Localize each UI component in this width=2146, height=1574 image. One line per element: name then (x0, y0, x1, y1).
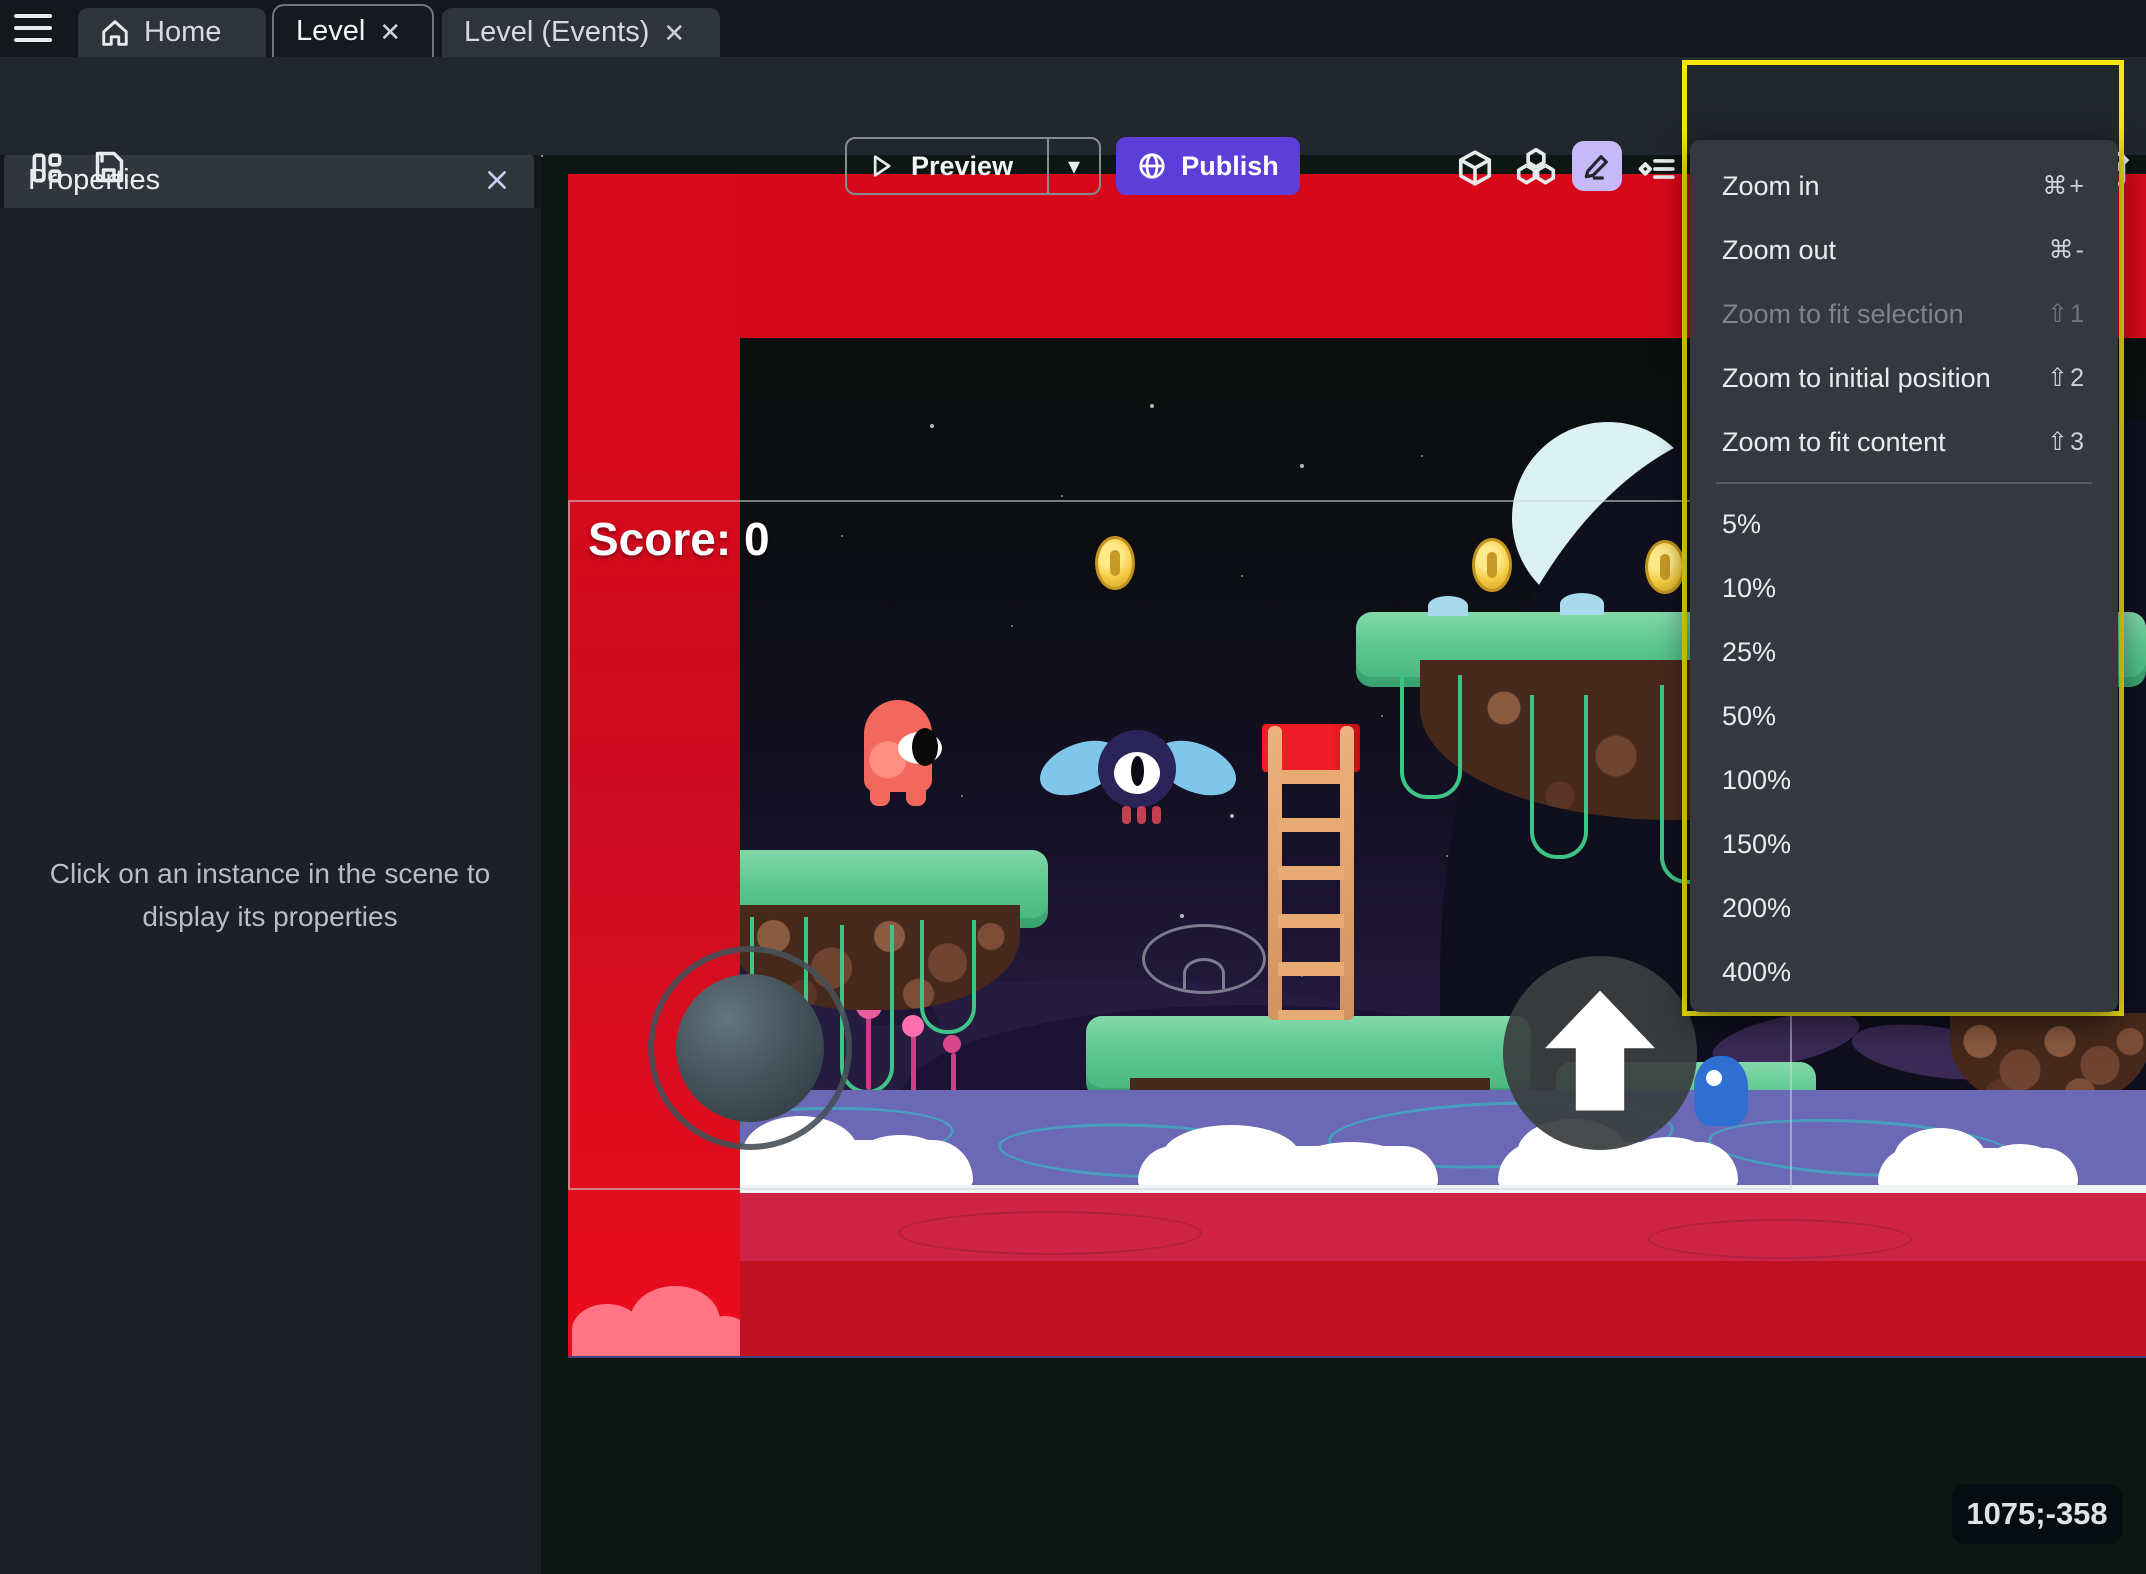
menu-divider (1716, 482, 2092, 484)
tab-home[interactable]: Home (78, 8, 266, 57)
menu-item-zoom-5[interactable]: 5% (1690, 492, 2118, 556)
zoom-menu: Zoom in ⌘+ Zoom out ⌘- Zoom to fit selec… (1690, 140, 2118, 1012)
pencil-icon (1584, 155, 1608, 180)
menu-item-zoom-25[interactable]: 25% (1690, 620, 2118, 684)
preview-button[interactable]: Preview ▾ (845, 137, 1101, 195)
tab-level-events[interactable]: Level (Events) ✕ (442, 8, 720, 57)
score-text: Score: 0 (588, 513, 770, 565)
properties-empty-message: Click on an instance in the scene to dis… (49, 858, 491, 933)
menu-item-shortcut: ⇧3 (2047, 428, 2086, 456)
preview-button-label: Preview (911, 150, 1014, 181)
object-3d-box-icon[interactable] (1456, 149, 1494, 187)
menu-item-zoom-150[interactable]: 150% (1690, 812, 2118, 876)
menu-item-zoom-400[interactable]: 400% (1690, 940, 2118, 1004)
menu-item-shortcut: ⌘+ (2042, 172, 2086, 200)
tab-level-close-icon[interactable]: ✕ (379, 19, 401, 45)
menu-item-zoom-50[interactable]: 50% (1690, 684, 2118, 748)
menu-item-label: Zoom to fit content (1722, 426, 1946, 457)
menu-item-shortcut: ⇧2 (2047, 364, 2086, 392)
save-icon[interactable] (90, 149, 126, 185)
instances-list-icon[interactable] (1634, 151, 1676, 187)
menu-item-label: 400% (1722, 956, 1792, 987)
edit-tool-selected[interactable] (1572, 141, 1622, 191)
tab-bar: Home Level ✕ Level (Events) ✕ (0, 0, 2146, 57)
stars (541, 155, 543, 157)
menu-item-zoom-out[interactable]: Zoom out ⌘- (1690, 218, 2118, 282)
tab-level-events-close-icon[interactable]: ✕ (663, 20, 685, 46)
preview-button-main[interactable]: Preview (847, 139, 1047, 193)
panel-layout-icon[interactable] (28, 149, 66, 187)
menu-item-label: 100% (1722, 764, 1792, 795)
tab-home-label: Home (144, 16, 222, 48)
properties-panel-header: Properties (4, 152, 534, 208)
play-icon (867, 152, 895, 180)
menu-item-label: 10% (1722, 572, 1777, 603)
properties-close-icon[interactable] (484, 167, 510, 193)
publish-button-label: Publish (1181, 150, 1279, 181)
menu-item-label: Zoom to fit selection (1722, 298, 1964, 329)
menu-item-zoom-200[interactable]: 200% (1690, 876, 2118, 940)
menu-item-label: 25% (1722, 636, 1777, 667)
menu-item-zoom-10[interactable]: 10% (1690, 556, 2118, 620)
tab-level[interactable]: Level ✕ (272, 4, 434, 57)
menu-item-zoom-100[interactable]: 100% (1690, 748, 2118, 812)
menu-hamburger-icon[interactable] (14, 14, 52, 44)
menu-item-label: 50% (1722, 700, 1777, 731)
menu-item-label: 5% (1722, 508, 1762, 539)
cursor-coordinates-badge: 1075;-358 (1952, 1484, 2122, 1544)
blue-character (1694, 1056, 1748, 1126)
jump-button (1503, 956, 1697, 1150)
globe-icon (1137, 151, 1167, 181)
tab-level-events-label: Level (Events) (464, 16, 650, 48)
cloud (1878, 1128, 2078, 1188)
menu-item-shortcut: ⇧1 (2047, 300, 2086, 328)
menu-item-label: 200% (1722, 892, 1792, 923)
objects-group-icon[interactable] (1514, 145, 1558, 189)
menu-item-label: Zoom to initial position (1722, 362, 1991, 393)
menu-item-label: 150% (1722, 828, 1792, 859)
publish-button[interactable]: Publish (1116, 137, 1300, 195)
virtual-joystick (676, 974, 824, 1122)
menu-item-shortcut: ⌘- (2048, 236, 2086, 264)
menu-item-zoom-in[interactable]: Zoom in ⌘+ (1690, 154, 2118, 218)
tab-level-label: Level (296, 15, 366, 47)
menu-item-zoom-to-initial-position[interactable]: Zoom to initial position ⇧2 (1690, 346, 2118, 410)
home-icon (100, 18, 130, 48)
menu-item-label: Zoom out (1722, 234, 1837, 265)
scene-dark-red-band (568, 1261, 2146, 1356)
menu-item-zoom-to-fit-selection: Zoom to fit selection ⇧1 (1690, 282, 2118, 346)
menu-item-label: Zoom in (1722, 170, 1820, 201)
preview-dropdown-caret[interactable]: ▾ (1049, 139, 1099, 193)
scene-red-ground-band (568, 1193, 2146, 1261)
menu-item-zoom-to-fit-content[interactable]: Zoom to fit content ⇧3 (1690, 410, 2118, 474)
